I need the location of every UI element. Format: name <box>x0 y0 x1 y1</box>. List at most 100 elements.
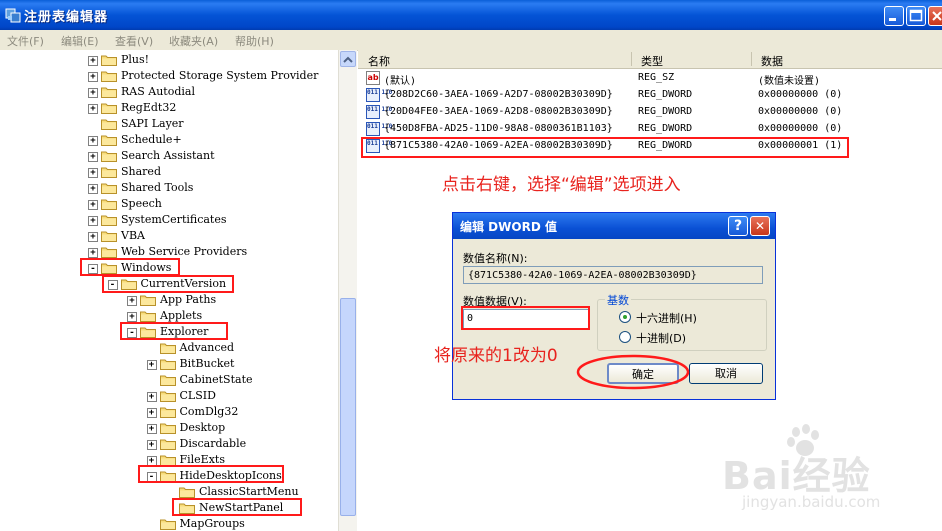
close-icon <box>932 11 942 21</box>
tree-node[interactable]: + SystemCertificates <box>0 213 340 229</box>
tree-node[interactable]: Advanced <box>0 341 340 357</box>
expand-icon[interactable]: + <box>88 104 98 114</box>
expand-icon[interactable]: + <box>127 296 137 306</box>
tree-node-label: Protected Storage System Provider <box>121 69 319 82</box>
tree-node-label: VBA <box>121 229 145 242</box>
expand-icon[interactable]: + <box>88 152 98 162</box>
expand-icon[interactable]: + <box>146 360 157 370</box>
dialog-title: 编辑 DWORD 值 <box>460 220 557 234</box>
list-item[interactable]: ab (默认) REG_SZ (数值未设置) <box>358 70 942 87</box>
expand-icon[interactable]: + <box>88 232 98 242</box>
tree-node[interactable]: + Speech <box>0 197 340 213</box>
column-type[interactable]: 类型 <box>641 53 663 69</box>
tree-node-label: ComDlg32 <box>179 405 239 418</box>
value-name-text: {871C5380-42A0-1069-A2EA-08002B30309D} <box>468 270 697 281</box>
menu-help[interactable]: 帮助(H) <box>235 33 274 49</box>
highlight-newstartpanel <box>172 498 302 516</box>
scroll-up-button[interactable] <box>340 51 356 67</box>
cell-name: {208D2C60-3AEA-1069-A2D7-08002B30309D} <box>384 89 613 100</box>
folder-icon <box>159 407 176 418</box>
tree-node[interactable]: + CLSID <box>0 389 340 405</box>
expand-icon[interactable]: + <box>146 424 157 434</box>
menu-bar: 文件(F) 编辑(E) 查看(V) 收藏夹(A) 帮助(H) <box>0 30 942 51</box>
tree-node-label: CLSID <box>179 389 216 402</box>
help-button[interactable]: ? <box>728 216 748 236</box>
cell-data: 0x00000000 (0) <box>758 106 843 117</box>
tree-node[interactable]: + RAS Autodial <box>0 85 340 101</box>
column-divider[interactable] <box>751 52 752 66</box>
base-label: 基数 <box>605 292 631 308</box>
tree-node-label: ClassicStartMenu <box>199 485 299 498</box>
tree-node[interactable]: + Desktop <box>0 421 340 437</box>
tree-node[interactable]: + Protected Storage System Provider <box>0 69 340 85</box>
expand-icon[interactable]: + <box>146 408 157 418</box>
cell-data: 0x00000000 (0) <box>758 89 843 100</box>
column-name[interactable]: 名称 <box>368 53 390 69</box>
tree-node[interactable]: SAPI Layer <box>0 117 340 133</box>
folder-icon <box>159 343 176 354</box>
column-divider[interactable] <box>631 52 632 66</box>
expand-icon[interactable]: + <box>88 56 98 66</box>
help-icon: ? <box>733 218 743 234</box>
menu-view[interactable]: 查看(V) <box>115 33 153 49</box>
tree-node-label: Shared <box>121 165 161 178</box>
expand-icon[interactable]: + <box>146 440 157 450</box>
menu-favorites[interactable]: 收藏夹(A) <box>169 33 218 49</box>
tree-node-label: Speech <box>121 197 162 210</box>
hex-radio[interactable] <box>619 311 631 323</box>
list-header: 名称 类型 数据 <box>358 50 942 69</box>
close-button[interactable] <box>928 6 942 26</box>
expand-icon[interactable]: + <box>88 72 98 82</box>
list-item[interactable]: 011 110 {450D8FBA-AD25-11D0-98A8-0800361B… <box>358 121 942 138</box>
value-name-label: 数值名称(N): <box>463 252 528 265</box>
tree-node[interactable]: + Search Assistant <box>0 149 340 165</box>
tree-node-label: Applets <box>160 309 203 322</box>
tree-node[interactable]: + Schedule+ <box>0 133 340 149</box>
scroll-thumb[interactable] <box>340 298 356 516</box>
expand-icon[interactable]: + <box>88 168 98 178</box>
expand-icon[interactable]: + <box>88 248 98 258</box>
menu-edit[interactable]: 编辑(E) <box>61 33 99 49</box>
tree-node[interactable]: MapGroups <box>0 517 340 531</box>
tree-node[interactable]: + Plus! <box>0 53 340 69</box>
cell-name: {20D04FE0-3AEA-1069-A2D8-08002B30309D} <box>384 106 613 117</box>
tree-node[interactable]: + RegEdt32 <box>0 101 340 117</box>
chevron-up-icon <box>343 56 353 63</box>
folder-icon <box>159 359 176 370</box>
tree-node[interactable]: + Discardable <box>0 437 340 453</box>
folder-icon <box>159 439 176 450</box>
tree-node-label: App Paths <box>160 293 217 306</box>
string-value-icon: ab <box>366 71 380 85</box>
menu-file[interactable]: 文件(F) <box>7 33 44 49</box>
minimize-button[interactable] <box>884 6 904 26</box>
expand-icon[interactable]: + <box>127 312 137 322</box>
tree-scrollbar[interactable] <box>338 50 357 531</box>
column-data[interactable]: 数据 <box>761 53 783 69</box>
list-item[interactable]: 011 110 {20D04FE0-3AEA-1069-A2D8-08002B30… <box>358 104 942 121</box>
expand-icon[interactable]: + <box>146 392 157 402</box>
tree-node[interactable]: + BitBucket <box>0 357 340 373</box>
expand-icon[interactable]: + <box>88 200 98 210</box>
tree-node[interactable]: + VBA <box>0 229 340 245</box>
expand-icon[interactable]: + <box>88 216 98 226</box>
folder-icon <box>159 375 176 386</box>
tree-node[interactable]: + ComDlg32 <box>0 405 340 421</box>
tree-node-label: BitBucket <box>179 357 235 370</box>
dialog-close-button[interactable]: ✕ <box>750 216 770 236</box>
expand-icon[interactable]: + <box>88 184 98 194</box>
folder-icon <box>101 151 117 162</box>
tree-node[interactable]: CabinetState <box>0 373 340 389</box>
cancel-button[interactable]: 取消 <box>689 363 763 384</box>
expand-icon[interactable]: + <box>88 88 98 98</box>
list-item[interactable]: 011 110 {208D2C60-3AEA-1069-A2D7-08002B30… <box>358 87 942 104</box>
decimal-radio[interactable] <box>619 331 631 343</box>
expand-icon[interactable]: + <box>88 136 98 146</box>
watermark-url: jingyan.baidu.com <box>742 493 881 511</box>
tree-node[interactable]: + Shared <box>0 165 340 181</box>
tree-node[interactable]: + Shared Tools <box>0 181 340 197</box>
maximize-button[interactable] <box>906 6 926 26</box>
tree-node-label: RAS Autodial <box>121 85 195 98</box>
tree-node-label: SAPI Layer <box>121 117 184 130</box>
tree-node[interactable]: + App Paths <box>0 293 340 309</box>
folder-icon <box>101 71 117 82</box>
